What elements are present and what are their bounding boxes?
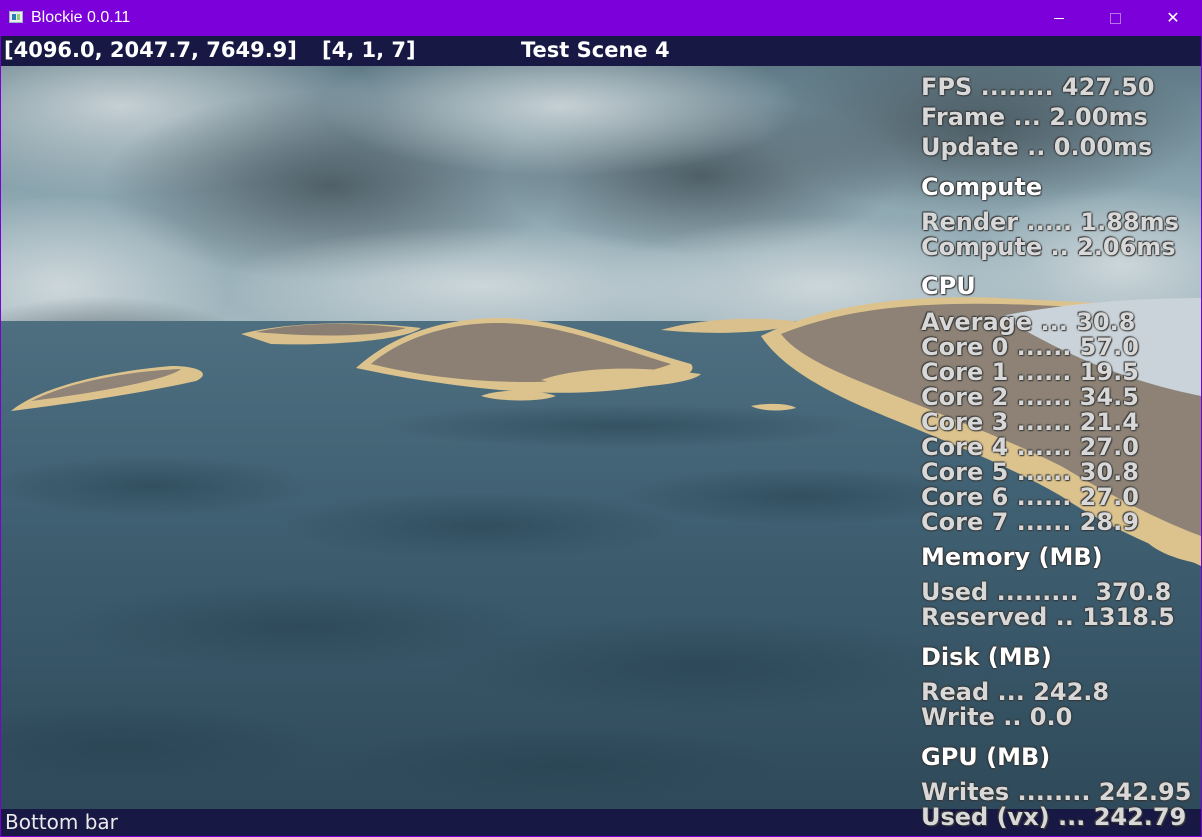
stat-core: Core 5 ...... 30.8	[921, 458, 1139, 486]
bottom-bar-label: Bottom bar	[5, 810, 118, 834]
minimize-icon	[1054, 17, 1064, 19]
stat-disk-read: Read ... 242.8	[921, 678, 1110, 706]
window-title: Blockie 0.0.11	[31, 9, 131, 26]
app-window: Blockie 0.0.11 ✕ [4096.0, 2047.7, 7649.9…	[1, 0, 1201, 836]
position-readout: [4096.0, 2047.7, 7649.9]	[4, 38, 297, 62]
chunk-readout: [4, 1, 7]	[322, 38, 416, 62]
scene-title: Test Scene 4	[521, 38, 670, 62]
stat-core: Core 1 ...... 19.5	[921, 358, 1139, 386]
section-compute-heading: Compute	[921, 173, 1043, 201]
section-disk-heading: Disk (MB)	[921, 643, 1052, 671]
stat-core: Core 4 ...... 27.0	[921, 433, 1139, 461]
stat-update: Update .. 0.00ms	[921, 133, 1153, 161]
stat-disk-write: Write .. 0.0	[921, 703, 1073, 731]
stat-frame: Frame ... 2.00ms	[921, 103, 1148, 131]
section-gpu-heading: GPU (MB)	[921, 743, 1051, 771]
stat-core: Core 6 ...... 27.0	[921, 483, 1139, 511]
close-button[interactable]: ✕	[1145, 0, 1201, 36]
stat-render: Render ..... 1.88ms	[921, 208, 1179, 236]
section-memory-heading: Memory (MB)	[921, 543, 1103, 571]
stat-core: Core 7 ...... 28.9	[921, 508, 1139, 536]
stat-core: Core 0 ...... 57.0	[921, 333, 1139, 361]
stat-gpu-writes: Writes ........ 242.95	[921, 778, 1192, 806]
close-icon: ✕	[1166, 8, 1180, 27]
stat-fps: FPS ........ 427.50	[921, 73, 1155, 101]
maximize-button[interactable]	[1087, 0, 1143, 36]
top-status-bar: [4096.0, 2047.7, 7649.9] [4, 1, 7] Test …	[1, 36, 1201, 66]
maximize-icon	[1109, 12, 1121, 24]
stat-core: Core 2 ...... 34.5	[921, 383, 1139, 411]
section-cpu-heading: CPU	[921, 272, 976, 300]
stat-mem-reserved: Reserved .. 1318.5	[921, 603, 1175, 631]
minimize-button[interactable]	[1031, 0, 1087, 36]
stat-compute: Compute .. 2.06ms	[921, 233, 1176, 261]
stat-mem-used: Used ......... 370.8	[921, 578, 1172, 606]
app-icon	[9, 11, 23, 23]
stat-core: Core 3 ...... 21.4	[921, 408, 1139, 436]
title-bar[interactable]: Blockie 0.0.11 ✕	[1, 0, 1201, 36]
stat-cpu-average: Average ... 30.8	[921, 308, 1136, 336]
stat-gpu-used-vx: Used (vx) ... 242.79	[921, 803, 1187, 831]
